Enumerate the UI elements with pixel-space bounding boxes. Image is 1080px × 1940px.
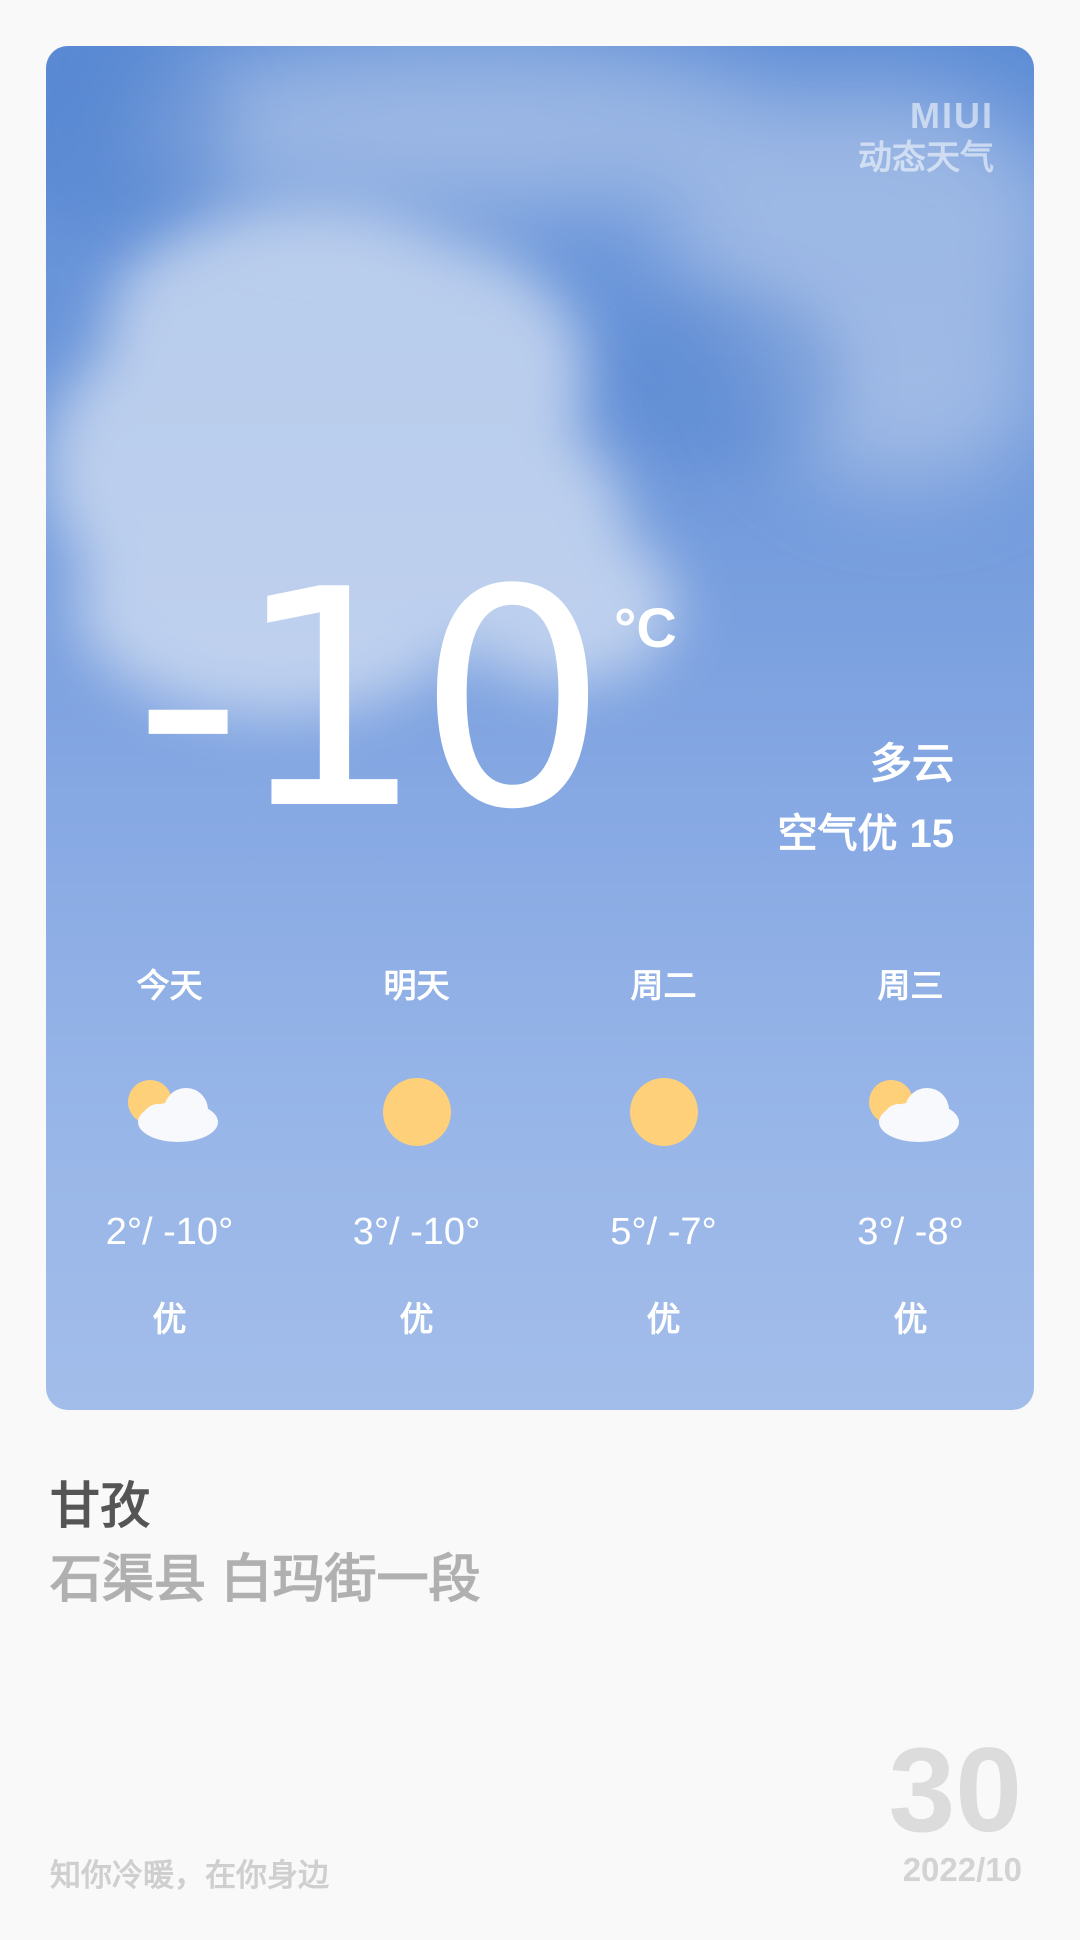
temperature-unit: °C	[614, 596, 677, 659]
forecast-day[interactable]: 周三 3°/ -8° 优	[787, 966, 1034, 1386]
forecast-day[interactable]: 周二 5°/ -7° 优	[540, 966, 787, 1386]
date-day: 30	[888, 1723, 1022, 1857]
forecast-day[interactable]: 明天 3°/ -10° 优	[293, 966, 540, 1386]
condition-text: 多云	[869, 740, 954, 787]
weather-page: MIUI 动态天气 -10 °C 多云 空气优 15 今天 2°/ -10° 优…	[0, 0, 1080, 1940]
current-condition: 多云 空气优 15	[778, 736, 955, 862]
brand-subtitle: 动态天气	[858, 139, 994, 177]
slogan-text: 知你冷暖，在你身边	[50, 1858, 329, 1893]
forecast-air-quality: 优	[399, 1301, 434, 1339]
brand-watermark: MIUI 动态天气	[858, 96, 994, 180]
location-region: 甘孜	[50, 1478, 150, 1534]
forecast-temp-range: 3°/ -8°	[857, 1211, 964, 1253]
weather-card[interactable]: MIUI 动态天气 -10 °C 多云 空气优 15 今天 2°/ -10° 优…	[46, 46, 1034, 1410]
forecast-list: 今天 2°/ -10° 优 明天 3°/ -10° 优 周二 5°/ -7° 优…	[46, 966, 1034, 1386]
forecast-day-name: 周三	[877, 967, 944, 1004]
partly-cloudy-icon	[868, 1080, 959, 1142]
date-year-month: 2022/10	[902, 1851, 1022, 1888]
forecast-temp-range: 3°/ -10°	[352, 1211, 481, 1253]
forecast-air-quality: 优	[152, 1301, 187, 1339]
forecast-air-quality: 优	[646, 1301, 681, 1339]
miui-logo: MIUI	[910, 95, 994, 136]
air-quality-label: 空气优	[777, 812, 898, 856]
temperature-value: -10	[134, 526, 608, 875]
forecast-air-quality: 优	[893, 1301, 928, 1339]
forecast-day-name: 今天	[136, 967, 203, 1004]
sunny-icon	[629, 1078, 698, 1146]
forecast-temp-range: 2°/ -10°	[105, 1211, 234, 1253]
air-quality-value: 15	[909, 812, 955, 856]
forecast-temp-range: 5°/ -7°	[610, 1211, 717, 1253]
location-street: 石渠县 白玛街一段	[50, 1551, 481, 1609]
forecast-day-name: 明天	[383, 967, 450, 1004]
sunny-icon	[382, 1078, 451, 1146]
forecast-day[interactable]: 今天 2°/ -10° 优	[46, 966, 293, 1386]
partly-cloudy-icon	[127, 1080, 218, 1142]
forecast-day-name: 周二	[630, 967, 697, 1004]
air-quality: 空气优 15	[778, 806, 955, 862]
